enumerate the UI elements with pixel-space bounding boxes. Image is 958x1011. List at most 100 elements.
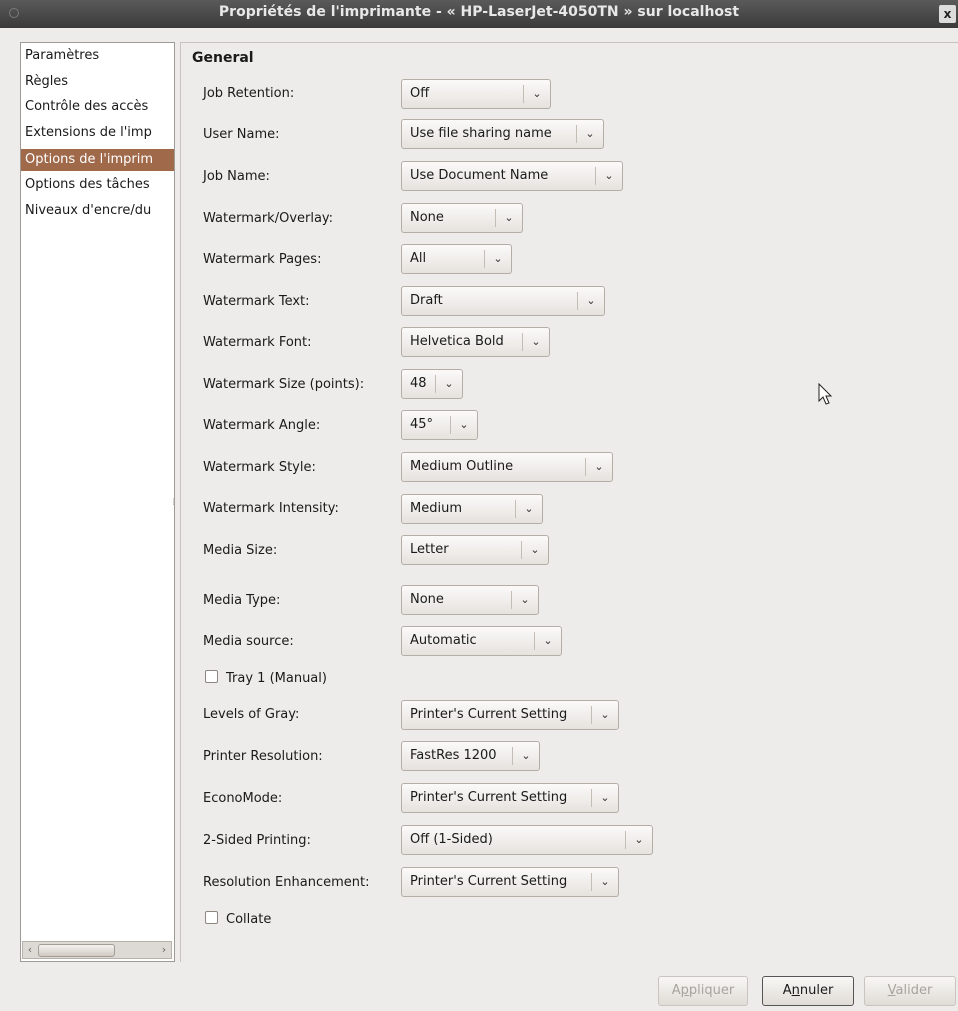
sidebar-item-parametres[interactable]: Paramètres xyxy=(25,45,99,67)
option-label: Printer Resolution: xyxy=(203,749,323,764)
option-label: Watermark Font: xyxy=(203,335,312,350)
selected-value: Off xyxy=(410,86,430,101)
watermark-font-select[interactable]: Helvetica Bold ⌄ xyxy=(401,327,550,357)
selected-value: Printer's Current Setting xyxy=(410,790,568,805)
resolution-enhancement-select[interactable]: Printer's Current Setting ⌄ xyxy=(401,867,619,897)
chevron-down-icon: ⌄ xyxy=(444,377,454,390)
title-bar[interactable]: Propriétés de l'imprimante - « HP-LaserJ… xyxy=(0,0,958,28)
tray1-manual-checkbox[interactable]: Tray 1 (Manual) xyxy=(205,670,327,686)
pane-splitter-handle[interactable]: ⁞ xyxy=(172,497,175,508)
sidebar-item-options-imprimante[interactable]: Options de l'imprim xyxy=(21,149,174,171)
sidebar-item-niveaux-encre[interactable]: Niveaux d'encre/du xyxy=(25,200,151,222)
economode-select[interactable]: Printer's Current Setting ⌄ xyxy=(401,783,619,813)
chevron-down-icon: ⌄ xyxy=(543,634,553,647)
option-label: Media source: xyxy=(203,634,294,649)
chevron-down-icon: ⌄ xyxy=(600,791,610,804)
watermark-size-select[interactable]: 48 ⌄ xyxy=(401,369,463,399)
checkbox-label: Collate xyxy=(226,912,272,927)
option-label: EconoMode: xyxy=(203,791,283,806)
chevron-down-icon: ⌄ xyxy=(524,502,534,515)
option-label: Watermark Text: xyxy=(203,294,310,309)
close-button[interactable]: x xyxy=(939,5,956,23)
selected-value: Medium Outline xyxy=(410,459,514,474)
option-label: Watermark Size (points): xyxy=(203,377,365,392)
selected-value: Helvetica Bold xyxy=(410,334,504,349)
sidebar-item-options-taches[interactable]: Options des tâches xyxy=(25,174,150,196)
selected-value: Use file sharing name xyxy=(410,126,552,141)
chevron-down-icon: ⌄ xyxy=(504,211,514,224)
levels-of-gray-select[interactable]: Printer's Current Setting ⌄ xyxy=(401,700,619,730)
user-name-select[interactable]: Use file sharing name ⌄ xyxy=(401,119,604,149)
selected-value: 45° xyxy=(410,417,434,432)
selected-value: Medium xyxy=(410,501,462,516)
chevron-down-icon: ⌄ xyxy=(520,593,530,606)
selected-value: Printer's Current Setting xyxy=(410,874,568,889)
selected-value: None xyxy=(410,210,444,225)
media-size-select[interactable]: Letter ⌄ xyxy=(401,535,549,565)
selected-value: Off (1-Sided) xyxy=(410,832,493,847)
chevron-down-icon: ⌄ xyxy=(531,335,541,348)
sidebar-horizontal-scrollbar[interactable]: ‹ › xyxy=(22,941,172,959)
watermark-style-select[interactable]: Medium Outline ⌄ xyxy=(401,452,613,482)
option-label: Watermark Pages: xyxy=(203,252,322,267)
watermark-pages-select[interactable]: All ⌄ xyxy=(401,244,512,274)
cancel-button[interactable]: Annuler xyxy=(762,976,854,1006)
two-sided-printing-select[interactable]: Off (1-Sided) ⌄ xyxy=(401,825,653,855)
selected-value: Draft xyxy=(410,293,443,308)
chevron-down-icon: ⌄ xyxy=(493,252,503,265)
option-label: Job Name: xyxy=(203,169,270,184)
printer-properties-window: Propriétés de l'imprimante - « HP-LaserJ… xyxy=(0,0,958,1011)
mouse-pointer-icon xyxy=(818,383,833,405)
watermark-angle-select[interactable]: 45° ⌄ xyxy=(401,410,478,440)
media-source-select[interactable]: Automatic ⌄ xyxy=(401,626,562,656)
chevron-down-icon: ⌄ xyxy=(600,708,610,721)
chevron-down-icon: ⌄ xyxy=(634,833,644,846)
sidebar-item-extensions[interactable]: Extensions de l'imp xyxy=(25,122,152,144)
option-label: Watermark Style: xyxy=(203,460,316,475)
selected-value: 48 xyxy=(410,376,427,391)
ok-button[interactable]: Valider xyxy=(864,976,956,1006)
section-title: General xyxy=(192,50,254,66)
selected-value: None xyxy=(410,592,444,607)
selected-value: Automatic xyxy=(410,633,477,648)
chevron-down-icon: ⌄ xyxy=(532,87,542,100)
option-label: Watermark Angle: xyxy=(203,418,321,433)
chevron-down-icon: ⌄ xyxy=(604,169,614,182)
option-label: Watermark Intensity: xyxy=(203,501,339,516)
watermark-text-select[interactable]: Draft ⌄ xyxy=(401,286,605,316)
sidebar-item-controle-acces[interactable]: Contrôle des accès xyxy=(25,96,148,118)
window-title: Propriétés de l'imprimante - « HP-LaserJ… xyxy=(218,4,740,20)
chevron-down-icon: ⌄ xyxy=(530,543,540,556)
selected-value: Use Document Name xyxy=(410,168,549,183)
option-label: Media Size: xyxy=(203,543,278,558)
option-label: Media Type: xyxy=(203,593,281,608)
chevron-down-icon: ⌄ xyxy=(521,749,531,762)
apply-button[interactable]: Appliquer xyxy=(658,976,748,1006)
media-type-select[interactable]: None ⌄ xyxy=(401,585,539,615)
option-label: Job Retention: xyxy=(203,86,295,101)
sidebar-item-regles[interactable]: Règles xyxy=(25,71,68,93)
printer-resolution-select[interactable]: FastRes 1200 ⌄ xyxy=(401,741,540,771)
option-label: Levels of Gray: xyxy=(203,707,300,722)
watermark-overlay-select[interactable]: None ⌄ xyxy=(401,203,523,233)
selected-value: Printer's Current Setting xyxy=(410,707,568,722)
scroll-left-icon[interactable]: ‹ xyxy=(23,942,37,958)
chevron-down-icon: ⌄ xyxy=(585,127,595,140)
job-name-select[interactable]: Use Document Name ⌄ xyxy=(401,161,623,191)
chevron-down-icon: ⌄ xyxy=(586,294,596,307)
option-label: Resolution Enhancement: xyxy=(203,875,370,890)
collate-checkbox[interactable]: Collate xyxy=(205,911,271,927)
sidebar: Paramètres Règles Contrôle des accès Ext… xyxy=(20,42,175,962)
option-label: Watermark/Overlay: xyxy=(203,211,334,226)
checkbox-box[interactable] xyxy=(205,670,218,683)
option-label: 2-Sided Printing: xyxy=(203,833,311,848)
selected-value: All xyxy=(410,251,427,266)
chevron-down-icon: ⌄ xyxy=(600,875,610,888)
job-retention-select[interactable]: Off ⌄ xyxy=(401,79,551,109)
scrollbar-thumb[interactable] xyxy=(38,944,115,957)
watermark-intensity-select[interactable]: Medium ⌄ xyxy=(401,494,543,524)
checkbox-box[interactable] xyxy=(205,911,218,924)
selected-value: FastRes 1200 xyxy=(410,748,497,763)
scroll-right-icon[interactable]: › xyxy=(157,942,171,958)
checkbox-label: Tray 1 (Manual) xyxy=(226,671,327,686)
